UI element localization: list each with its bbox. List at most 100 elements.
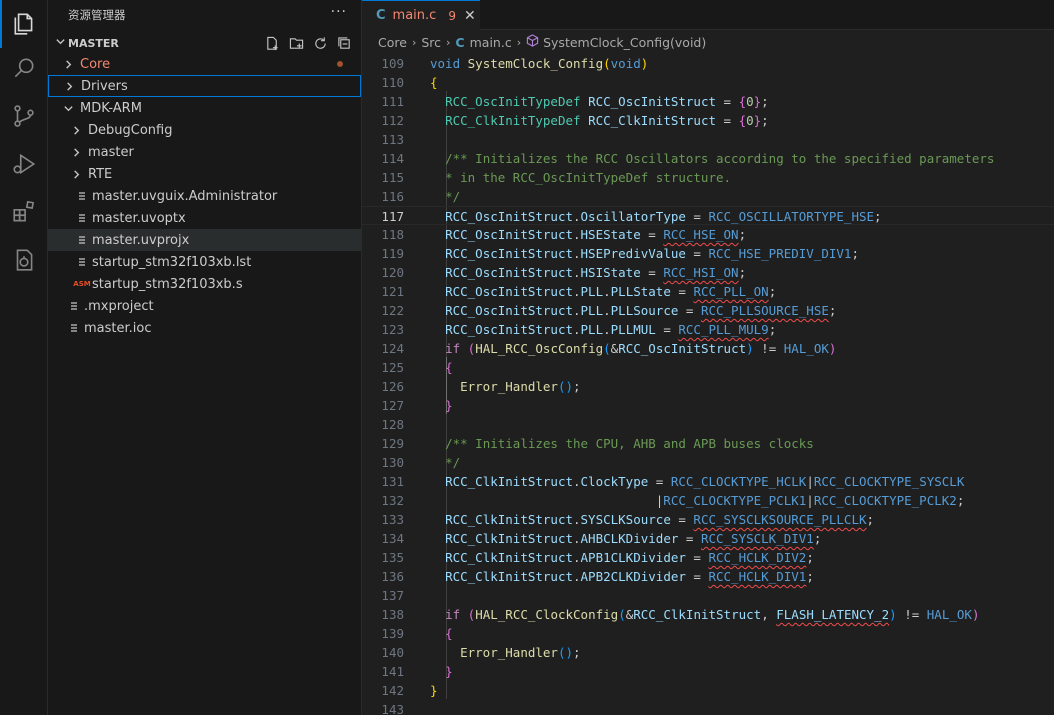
code-text: |RCC_CLOCKTYPE_PCLK1|RCC_CLOCKTYPE_PCLK2… <box>430 493 965 508</box>
line-number: 138 <box>381 607 404 622</box>
code-line[interactable]: 110 { <box>362 73 1054 92</box>
code-line[interactable]: 126 Error_Handler(); <box>362 377 1054 396</box>
tree-item-label: master.uvprojx <box>92 232 190 248</box>
code-line[interactable]: 123 RCC_OscInitStruct.PLL.PLLMUL = RCC_P… <box>362 320 1054 339</box>
line-number: 129 <box>381 436 404 451</box>
tree-item-master-uvguix-administrator[interactable]: master.uvguix.Administrator <box>48 185 361 207</box>
breadcrumb-symbol[interactable]: SystemClock_Config(void) <box>543 35 706 50</box>
close-icon[interactable]: ✕ <box>464 8 476 24</box>
code-line[interactable]: 127 } <box>362 396 1054 415</box>
code-line[interactable]: 141 } <box>362 662 1054 681</box>
code-editor[interactable]: 109 void SystemClock_Config(void) 110 {111 … <box>362 53 1054 715</box>
code-line[interactable]: 117 RCC_OscInitStruct.OscillatorType = R… <box>362 206 1054 225</box>
refresh-icon <box>314 36 326 49</box>
code-line[interactable]: 138 if (HAL_RCC_ClockConfig(&RCC_ClkInit… <box>362 605 1054 624</box>
tree-item-core[interactable]: Core <box>48 53 361 75</box>
code-line[interactable]: 134 RCC_ClkInitStruct.AHBCLKDivider = RC… <box>362 529 1054 548</box>
tree-item-startup-stm32f103xb-lst[interactable]: startup_stm32f103xb.lst <box>48 251 361 273</box>
explorer-activity[interactable] <box>0 0 48 48</box>
code-text: if (HAL_RCC_OscConfig(&RCC_OscInitStruct… <box>445 341 837 356</box>
code-line[interactable]: 119 RCC_OscInitStruct.HSEPredivValue = R… <box>362 244 1054 263</box>
code-line[interactable]: 143 <box>362 700 1054 715</box>
tree-item-master[interactable]: master <box>48 141 361 163</box>
tab-problem-count: 9 <box>448 8 456 23</box>
breadcrumb-src[interactable]: Src <box>421 35 441 50</box>
tree-item-mxproject[interactable]: .mxproject <box>48 295 361 317</box>
code-line[interactable]: 121 RCC_OscInitStruct.PLL.PLLState = RCC… <box>362 282 1054 301</box>
code-line[interactable]: 122 RCC_OscInitStruct.PLL.PLLSource = RC… <box>362 301 1054 320</box>
code-text: RCC_ClkInitStruct.APB2CLKDivider = RCC_H… <box>445 569 814 584</box>
code-line[interactable]: 140 Error_Handler(); <box>362 643 1054 662</box>
chevron-down-icon <box>60 103 76 114</box>
tree-item-label: startup_stm32f103xb.lst <box>92 254 252 270</box>
code-line[interactable]: 129 /** Initializes the CPU, AHB and APB… <box>362 434 1054 453</box>
code-line[interactable]: 137 <box>362 586 1054 605</box>
code-text: RCC_OscInitStruct.OscillatorType = RCC_O… <box>445 209 882 224</box>
file-icon <box>74 235 90 245</box>
code-line[interactable]: 132 |RCC_CLOCKTYPE_PCLK1|RCC_CLOCKTYPE_P… <box>362 491 1054 510</box>
code-line[interactable]: 125 { <box>362 358 1054 377</box>
collapse-all-button[interactable] <box>335 34 353 52</box>
code-line[interactable]: 131 RCC_ClkInitStruct.ClockType = RCC_CL… <box>362 472 1054 491</box>
line-number: 128 <box>381 417 404 432</box>
code-line[interactable]: 120 RCC_OscInitStruct.HSIState = RCC_HSI… <box>362 263 1054 282</box>
more-actions-button[interactable]: ··· <box>331 4 347 20</box>
code-line[interactable]: 116 */ <box>362 187 1054 206</box>
line-number: 126 <box>381 379 404 394</box>
tab-main-c[interactable]: C main.c 9 ✕ <box>362 0 480 30</box>
code-line[interactable]: 114 /** Initializes the RCC Oscillators … <box>362 149 1054 168</box>
code-line[interactable]: 139 { <box>362 624 1054 643</box>
chevron-right-icon <box>68 169 84 180</box>
tree-item-drivers[interactable]: Drivers <box>48 75 361 97</box>
extensions-activity[interactable] <box>0 188 48 236</box>
code-line[interactable]: 124 if (HAL_RCC_OscConfig(&RCC_OscInitSt… <box>362 339 1054 358</box>
code-text: RCC_OscInitStruct.HSIState = RCC_HSI_ON; <box>445 265 747 280</box>
code-text: RCC_ClkInitStruct.APB1CLKDivider = RCC_H… <box>445 550 814 565</box>
code-line[interactable]: 128 <box>362 415 1054 434</box>
tree-item-debugconfig[interactable]: DebugConfig <box>48 119 361 141</box>
refresh-button[interactable] <box>311 34 329 52</box>
code-line[interactable]: 135 RCC_ClkInitStruct.APB1CLKDivider = R… <box>362 548 1054 567</box>
code-line[interactable]: 130 */ <box>362 453 1054 472</box>
files-icon <box>14 13 33 35</box>
code-line[interactable]: 113 <box>362 130 1054 149</box>
file-icon <box>74 191 90 201</box>
breadcrumb-file[interactable]: main.c <box>470 35 512 50</box>
line-number: 121 <box>381 284 404 299</box>
code-line[interactable]: 111 RCC_OscInitTypeDef RCC_OscInitStruct… <box>362 92 1054 111</box>
breadcrumb: Core › Src › C main.c › SystemClock_Conf… <box>362 31 1054 53</box>
workspace-section-header[interactable]: MASTER <box>48 32 361 54</box>
search-icon <box>14 58 34 78</box>
source-control-activity[interactable] <box>0 92 48 140</box>
breadcrumb-core[interactable]: Core <box>378 35 407 50</box>
activity-bar <box>0 0 48 715</box>
code-line[interactable]: 118 RCC_OscInitStruct.HSEState = RCC_HSE… <box>362 225 1054 244</box>
code-line[interactable]: 115 * in the RCC_OscInitTypeDef structur… <box>362 168 1054 187</box>
code-text: } <box>445 398 453 413</box>
tree-item-master-uvprojx[interactable]: master.uvprojx <box>48 229 361 251</box>
chevron-right-icon <box>61 81 77 92</box>
new-file-button[interactable] <box>263 34 281 52</box>
code-line[interactable]: 112 RCC_ClkInitTypeDef RCC_ClkInitStruct… <box>362 111 1054 130</box>
explorer-sidebar: 资源管理器 ··· MASTER Core Drivers MDK-ARM Debug… <box>48 0 362 715</box>
stm32-activity[interactable] <box>0 236 48 284</box>
tree-item-master-ioc[interactable]: master.ioc <box>48 317 361 339</box>
tab-filename: main.c <box>392 8 437 23</box>
tree-item-label: Core <box>80 56 111 72</box>
line-number: 113 <box>381 132 404 147</box>
search-activity[interactable] <box>0 44 48 92</box>
line-number: 109 <box>381 56 404 71</box>
code-line[interactable]: 133 RCC_ClkInitStruct.SYSCLKSource = RCC… <box>362 510 1054 529</box>
new-folder-button[interactable] <box>287 34 305 52</box>
tree-item-rte[interactable]: RTE <box>48 163 361 185</box>
tree-item-mdk-arm[interactable]: MDK-ARM <box>48 97 361 119</box>
code-line[interactable]: 142} <box>362 681 1054 700</box>
tree-item-startup-stm32f103xb-s[interactable]: ASM startup_stm32f103xb.s <box>48 273 361 295</box>
code-line[interactable]: 136 RCC_ClkInitStruct.APB2CLKDivider = R… <box>362 567 1054 586</box>
line-number: 143 <box>381 702 404 715</box>
line-number: 141 <box>381 664 404 679</box>
code-text: RCC_OscInitStruct.HSEPredivValue = RCC_H… <box>445 246 859 261</box>
run-debug-activity[interactable] <box>0 140 48 188</box>
tree-item-master-uvoptx[interactable]: master.uvoptx <box>48 207 361 229</box>
code-line[interactable]: 109 void SystemClock_Config(void) <box>362 54 1054 73</box>
